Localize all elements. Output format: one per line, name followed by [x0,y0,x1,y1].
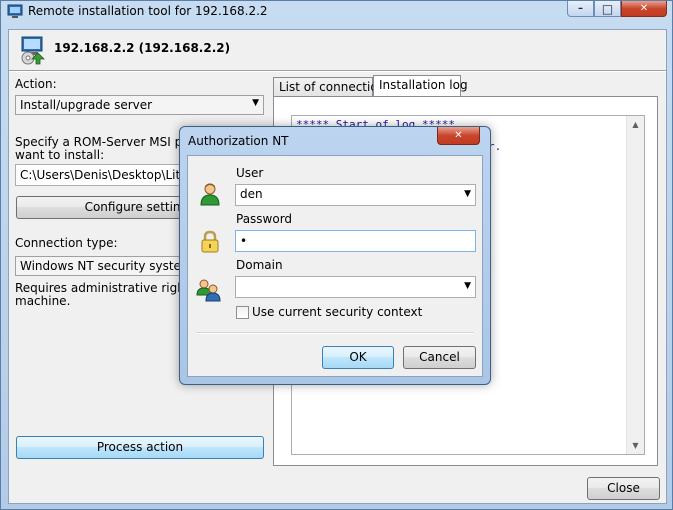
chevron-down-icon: ▼ [464,281,471,291]
maximize-button[interactable]: □ [594,1,621,17]
scroll-down-icon[interactable]: ▼ [627,437,644,454]
installer-icon [16,33,48,65]
password-label: Password [236,212,293,226]
msi-path-input[interactable]: C:\Users\Denis\Desktop\LiteManager [15,164,185,186]
group-icon [196,278,221,302]
chevron-down-icon: ▼ [252,98,259,108]
scroll-up-icon[interactable]: ▲ [627,116,644,133]
action-select-value: Install/upgrade server [20,98,153,112]
ok-button[interactable]: OK [322,346,394,369]
domain-select[interactable]: ▼ [235,276,476,298]
msi-label-line2: want to install: [15,148,105,162]
user-select-value: den [240,187,263,201]
use-security-context-label[interactable]: Use current security context [252,305,422,319]
user-select[interactable]: den ▼ [235,184,476,206]
dialog-body: User den ▼ Password • Domain ▼ Use curre… [187,155,483,377]
process-action-button[interactable]: Process action [16,436,264,459]
close-button[interactable]: Close [587,477,660,500]
action-select[interactable]: Install/upgrade server ▼ [15,95,264,115]
password-value: • [240,234,248,248]
tab-list-of-connections[interactable]: List of connections [273,77,392,97]
maximize-icon: □ [601,1,614,16]
user-icon [198,182,222,206]
minimize-icon: – [578,3,583,14]
msi-path-value: C:\Users\Denis\Desktop\LiteManager [20,168,184,182]
connection-type-label: Connection type: [15,236,118,250]
app-icon [7,4,23,19]
use-security-context-checkbox[interactable] [236,306,249,319]
minimize-button[interactable]: – [567,1,594,17]
window-close-button[interactable]: ✕ [621,1,667,17]
authorization-dialog: Authorization NT ✕ User den ▼ Password •… [179,126,491,385]
close-icon: ✕ [454,130,463,141]
password-input[interactable]: • [235,230,476,252]
admin-rights-note-line2: machine. [15,294,71,308]
close-icon: ✕ [639,3,649,14]
tab-installation-log[interactable]: Installation log [373,75,468,97]
target-host-title: 192.168.2.2 (192.168.2.2) [54,41,231,55]
chevron-down-icon: ▼ [464,189,471,199]
action-label: Action: [15,77,57,91]
connection-type-value: Windows NT security system [20,259,185,273]
window-title: Remote installation tool for 192.168.2.2 [28,4,268,18]
user-label: User [236,166,264,180]
dialog-title: Authorization NT [188,134,289,148]
cancel-button[interactable]: Cancel [403,346,476,369]
connection-type-select[interactable]: Windows NT security system [15,256,185,276]
domain-label: Domain [236,258,283,272]
lock-icon [198,230,222,254]
dialog-divider [196,332,474,334]
header-divider [9,70,666,72]
title-bar[interactable]: Remote installation tool for 192.168.2.2… [1,1,672,22]
dialog-close-button[interactable]: ✕ [437,127,480,145]
log-scrollbar[interactable]: ▲ ▼ [626,116,644,454]
